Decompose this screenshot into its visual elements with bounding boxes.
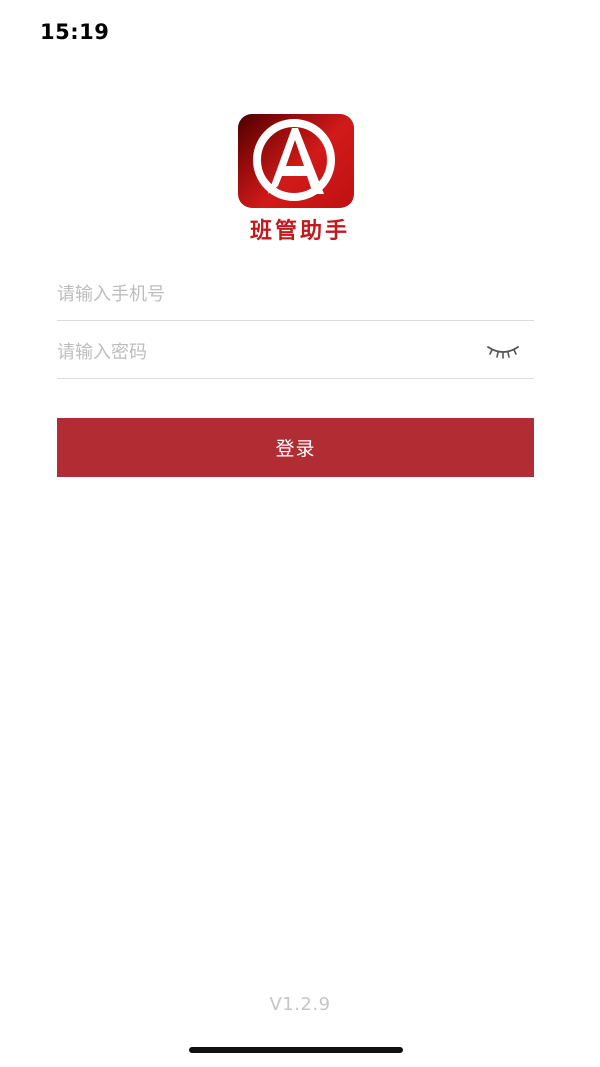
- app-logo: [238, 114, 354, 208]
- version-label: V1.2.9: [269, 994, 331, 1015]
- home-indicator[interactable]: [189, 1047, 403, 1053]
- phone-field: [57, 270, 534, 321]
- login-button[interactable]: 登录: [57, 418, 534, 477]
- status-time: 15:19: [40, 20, 110, 44]
- password-field: [57, 328, 534, 379]
- phone-input[interactable]: [57, 276, 477, 312]
- letter-a-circle-logo-icon: [253, 119, 335, 201]
- password-visibility-toggle[interactable]: [486, 340, 520, 360]
- password-input[interactable]: [57, 334, 477, 370]
- app-name: 班管助手: [249, 219, 350, 244]
- eye-closed-icon: [487, 346, 519, 359]
